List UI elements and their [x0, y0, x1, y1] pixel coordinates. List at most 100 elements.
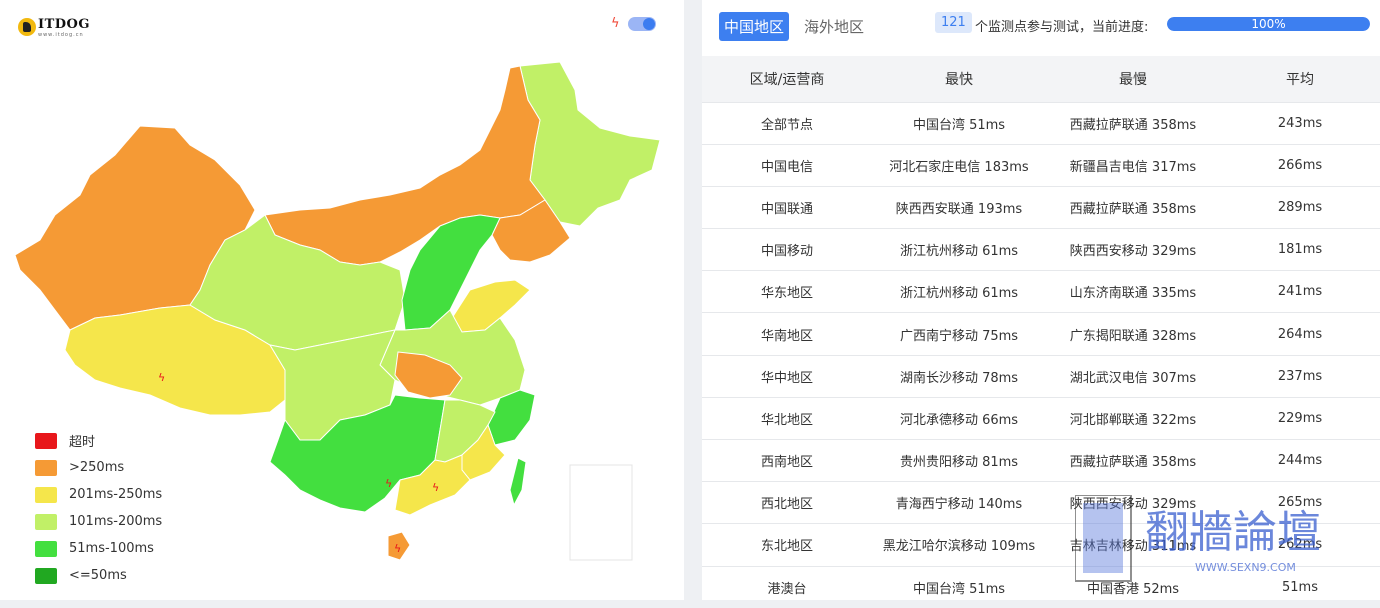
cell-average: 243ms: [1277, 115, 1323, 131]
legend-item[interactable]: 超时: [35, 427, 162, 454]
table-row[interactable]: 西北地区 青海西宁移动 140ms 陕西西安移动 329ms 265ms: [702, 481, 1380, 524]
cell-average: 244ms: [1277, 453, 1323, 469]
tab-china[interactable]: 中国地区: [719, 11, 790, 41]
table-row[interactable]: 中国移动 浙江杭州移动 61ms 陕西西安移动 329ms 181ms: [702, 228, 1380, 271]
table-row[interactable]: 华北地区 河北承德移动 66ms 河北邯郸联通 322ms 229ms: [702, 397, 1380, 439]
logo-name: ITDOG: [38, 17, 90, 32]
legend-item[interactable]: 101ms-200ms: [35, 508, 162, 535]
legend-swatch: [35, 567, 57, 584]
south-china-sea-inset: [569, 464, 633, 561]
region-taiwan[interactable]: [509, 457, 527, 507]
cell-region: 华北地区: [760, 412, 813, 428]
cell-region: 中国电信: [760, 159, 813, 175]
cell-region: 华东地区: [760, 286, 813, 302]
cell-slowest: 中国香港 52ms: [1086, 581, 1180, 597]
legend-item[interactable]: 201ms-250ms: [35, 481, 162, 508]
table-row[interactable]: 港澳台 中国台湾 51ms 中国香港 52ms 51ms: [702, 566, 1380, 608]
cell-slowest: 陕西西安移动 329ms: [1069, 497, 1197, 513]
cell-fastest: 中国台湾 51ms: [912, 117, 1006, 133]
region-shandong[interactable]: [451, 279, 531, 333]
bolt-marker-guizhou: ϟ: [385, 477, 392, 490]
cell-slowest: 吉林吉林移动 311ms: [1069, 539, 1197, 555]
legend-label: 101ms-200ms: [69, 514, 163, 529]
table-row[interactable]: 华中地区 湖南长沙移动 78ms 湖北武汉电信 307ms 237ms: [702, 355, 1380, 397]
cell-region: 华中地区: [760, 370, 813, 386]
display-toggle[interactable]: [628, 17, 656, 31]
cell-average: 181ms: [1277, 242, 1323, 258]
table-row[interactable]: 东北地区 黑龙江哈尔滨移动 109ms 吉林吉林移动 311ms 262ms: [702, 523, 1380, 566]
progress-label: 100%: [1251, 17, 1286, 31]
legend-swatch: [35, 513, 57, 530]
cell-region: 华南地区: [760, 328, 813, 344]
toggle-knob: [643, 18, 655, 30]
legend-label: >250ms: [69, 460, 125, 475]
legend-swatch: [35, 432, 57, 449]
itdog-logo[interactable]: ITDOG www.itdog.cn: [18, 18, 90, 38]
legend-label: 201ms-250ms: [69, 487, 163, 502]
logo-url: www.itdog.cn: [38, 32, 84, 38]
results-top-bar: 中国地区 海外地区 121 个监测点参与测试，当前进度: 100%: [702, 0, 1380, 52]
bolt-marker-hainan: ϟ: [394, 542, 401, 555]
header-average[interactable]: 平均: [1220, 56, 1380, 102]
header-region[interactable]: 区域/运营商: [702, 56, 872, 102]
panel-divider: [684, 0, 702, 600]
legend-swatch: [35, 540, 57, 557]
cell-fastest: 黑龙江哈尔滨移动 109ms: [882, 539, 1036, 555]
table-row[interactable]: 中国联通 陕西西安联通 193ms 西藏拉萨联通 358ms 289ms: [702, 186, 1380, 228]
cell-slowest: 山东济南联通 335ms: [1069, 286, 1197, 302]
cell-average: 264ms: [1277, 326, 1323, 342]
cell-average: 289ms: [1277, 199, 1323, 215]
cell-fastest: 湖南长沙移动 78ms: [899, 370, 1019, 386]
map-panel: ITDOG www.itdog.cn ϟ ϟ ϟ ϟ ϟ 超时 >250ms 2…: [0, 0, 684, 600]
dog-icon: [18, 18, 36, 36]
legend-swatch: [35, 486, 57, 503]
cell-slowest: 陕西西安移动 329ms: [1069, 244, 1197, 260]
cell-slowest: 河北邯郸联通 322ms: [1069, 412, 1197, 428]
legend-label: <=50ms: [69, 568, 127, 583]
progress-description: 个监测点参与测试，当前进度:: [975, 20, 1149, 35]
bolt-marker-guangdong: ϟ: [432, 481, 439, 494]
cell-average: 229ms: [1277, 410, 1323, 426]
cell-fastest: 广西南宁移动 75ms: [899, 328, 1019, 344]
legend-label: 超时: [69, 435, 96, 450]
cell-region: 全部节点: [760, 117, 813, 133]
legend-label: 51ms-100ms: [69, 541, 154, 556]
cell-slowest: 西藏拉萨联通 358ms: [1069, 201, 1197, 217]
cell-region: 西南地区: [760, 455, 813, 471]
tab-overseas[interactable]: 海外地区: [799, 12, 869, 41]
cell-slowest: 新疆昌吉电信 317ms: [1069, 159, 1197, 175]
cell-fastest: 浙江杭州移动 61ms: [899, 286, 1019, 302]
cell-fastest: 河北承德移动 66ms: [899, 412, 1019, 428]
cell-slowest: 西藏拉萨联通 358ms: [1069, 117, 1197, 133]
cell-region: 中国移动: [760, 244, 813, 260]
cell-slowest: 西藏拉萨联通 358ms: [1069, 455, 1197, 471]
cell-average: 51ms: [1282, 579, 1318, 595]
latency-legend: 超时 >250ms 201ms-250ms 101ms-200ms 51ms-100ms…: [35, 427, 162, 589]
table-row[interactable]: 中国电信 河北石家庄电信 183ms 新疆昌吉电信 317ms 266ms: [702, 144, 1380, 186]
table-row[interactable]: 华东地区 浙江杭州移动 61ms 山东济南联通 335ms 241ms: [702, 270, 1380, 313]
cell-slowest: 广东揭阳联通 328ms: [1069, 328, 1197, 344]
table-row[interactable]: 西南地区 贵州贵阳移动 81ms 西藏拉萨联通 358ms 244ms: [702, 439, 1380, 482]
legend-swatch: [35, 459, 57, 476]
results-panel: 中国地区 海外地区 121 个监测点参与测试，当前进度: 100% 区域/运营商…: [702, 0, 1380, 600]
header-slowest[interactable]: 最慢: [1046, 56, 1220, 102]
cell-average: 241ms: [1277, 284, 1323, 300]
table-header-row: 区域/运营商 最快 最慢 平均: [702, 56, 1380, 102]
cell-fastest: 贵州贵阳移动 81ms: [899, 455, 1019, 471]
cell-region: 港澳台: [767, 581, 807, 597]
table-row[interactable]: 华南地区 广西南宁移动 75ms 广东揭阳联通 328ms 264ms: [702, 312, 1380, 355]
legend-item[interactable]: >250ms: [35, 454, 162, 481]
cell-fastest: 陕西西安联通 193ms: [895, 201, 1023, 217]
cell-average: 237ms: [1277, 368, 1323, 384]
cell-region: 东北地区: [760, 539, 813, 555]
cell-slowest: 湖北武汉电信 307ms: [1069, 370, 1197, 386]
legend-item[interactable]: 51ms-100ms: [35, 535, 162, 562]
node-count-badge: 121: [935, 12, 972, 33]
header-fastest[interactable]: 最快: [872, 56, 1046, 102]
cell-fastest: 中国台湾 51ms: [912, 581, 1006, 597]
progress-bar: 100%: [1167, 17, 1370, 31]
bolt-icon: ϟ: [611, 16, 620, 31]
table-row[interactable]: 全部节点 中国台湾 51ms 西藏拉萨联通 358ms 243ms: [702, 102, 1380, 144]
legend-item[interactable]: <=50ms: [35, 562, 162, 589]
cell-region: 中国联通: [760, 201, 813, 217]
